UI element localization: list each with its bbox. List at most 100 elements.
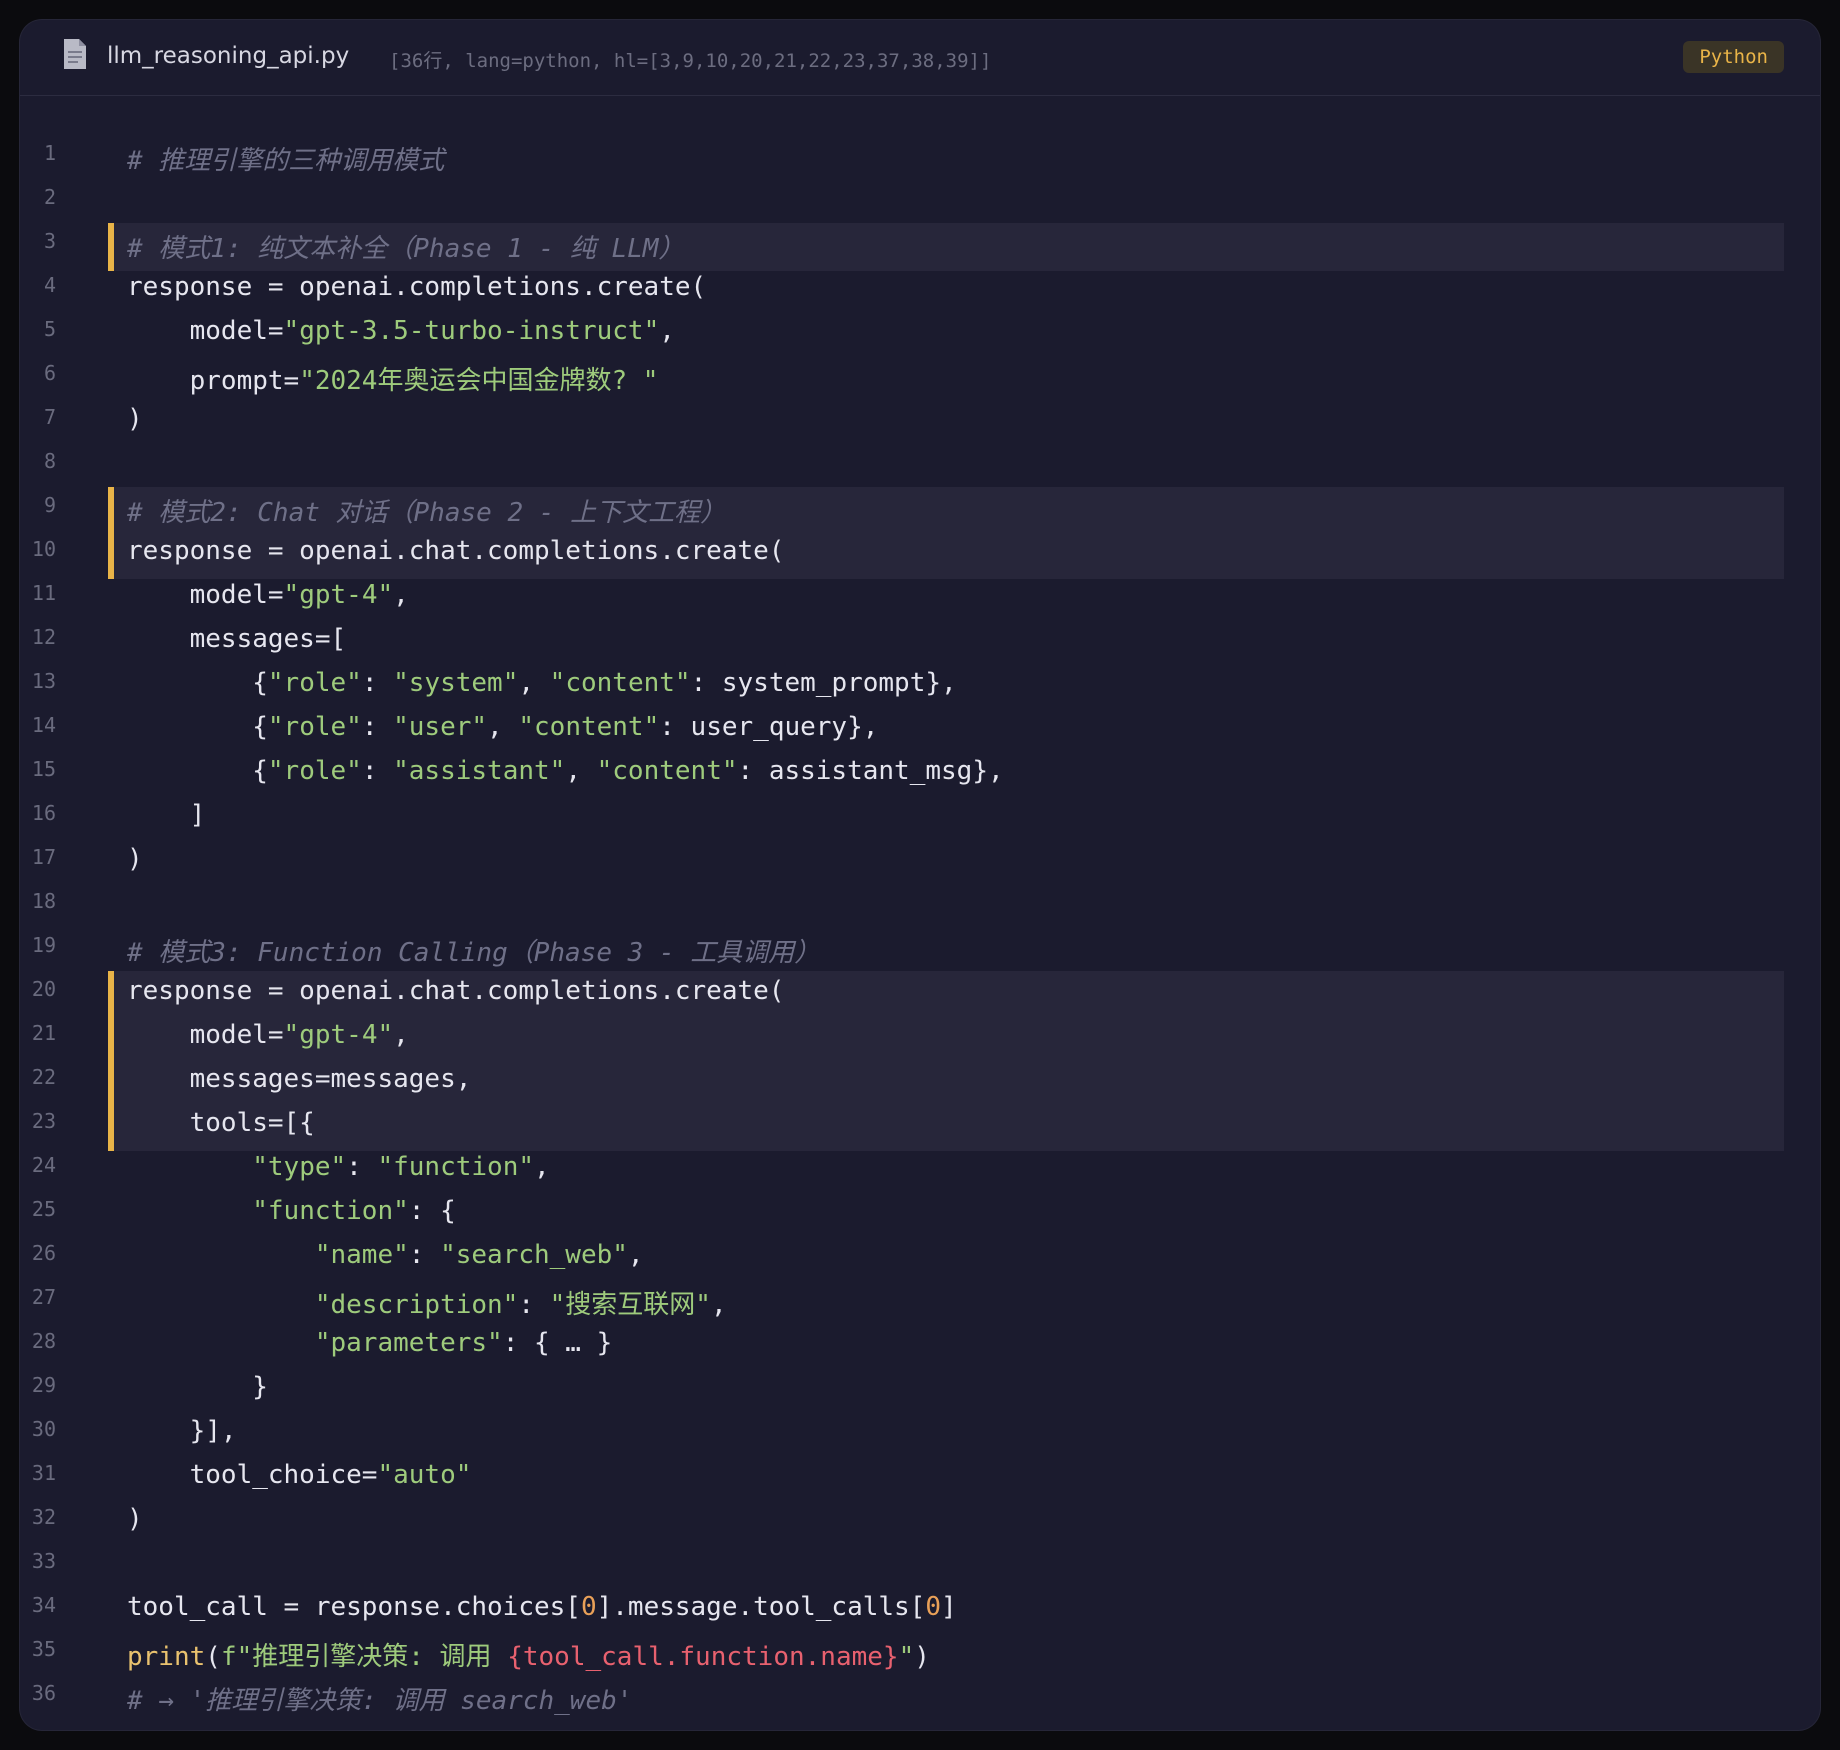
code-token: messages=[ [127,624,347,654]
code-token: { [127,668,268,698]
line-number: 4 [43,273,56,297]
line-number: 8 [43,449,56,473]
code-text: # → '推理引擎决策: 调用 search_web' [127,1680,632,1717]
line-number: 31 [31,1461,56,1485]
line-number: 36 [31,1681,56,1705]
line-number: 19 [31,933,56,957]
code-line: 30 }], [20,1413,1820,1457]
code-text: {"role": "assistant", "content": assista… [127,756,1004,786]
code-token: , [565,756,597,786]
highlighted-code-line: 23 tools=[{ [20,1103,1820,1151]
line-number: 17 [31,845,56,869]
code-token: "gpt-4" [283,1020,394,1050]
code-token: : system_prompt}, [690,668,957,698]
code-token: "content" [596,756,738,786]
code-line: 1 # 推理引擎的三种调用模式 [20,137,1820,181]
line-number: 22 [31,1065,56,1089]
code-token: , [487,712,519,742]
code-text: ) [127,1504,143,1534]
line-number: 23 [31,1109,56,1133]
code-token: "gpt-3.5-turbo-instruct" [283,316,660,346]
code-token: "function" [377,1152,535,1182]
code-token: : [518,1290,550,1320]
code-token: ) [127,404,143,434]
code-line: 28 "parameters": { … } [20,1325,1820,1369]
file-icon [64,39,86,69]
code-text: ) [127,404,143,434]
highlighted-code-line: 9 # 模式2: Chat 对话（Phase 2 - 上下文工程） [20,487,1820,535]
code-token: : [361,712,394,742]
code-block: 1 # 推理引擎的三种调用模式 2 3 # 模式1: 纯文本补全（Phase 1 - 纯… [20,137,1820,1721]
code-text: model="gpt-3.5-turbo-instruct", [127,316,675,346]
code-token: , [710,1290,727,1320]
code-token: model= [127,580,284,610]
code-line: 32) [20,1501,1820,1545]
code-token: : { … } [502,1328,613,1358]
code-text: ] [127,800,206,830]
code-token: , [534,1152,550,1182]
code-line: 8 [20,445,1820,489]
code-text: # 模式1: 纯文本补全（Phase 1 - 纯 LLM） [127,228,684,265]
code-token: " [898,1642,915,1672]
code-token: model= [127,316,284,346]
code-text: # 模式2: Chat 对话（Phase 2 - 上下文工程） [127,492,726,529]
line-number: 13 [31,669,56,693]
code-text: "description": "搜索互联网", [127,1284,727,1321]
code-token: # 模式1: 纯文本补全（Phase 1 - 纯 LLM） [127,234,685,264]
line-number: 3 [43,229,56,253]
code-line: 27 "description": "搜索互联网", [20,1281,1820,1325]
code-token: f"推理引擎决策: 调用 [220,1642,508,1672]
code-token: , [393,580,409,610]
code-token: response = openai.completions.create( [127,272,707,302]
code-line: 19 # 模式3: Function Calling（Phase 3 - 工具调用… [20,929,1820,973]
code-line: 11 model="gpt-4", [20,577,1820,621]
code-text: prompt="2024年奥运会中国金牌数? " [127,360,659,397]
code-line: 4 response = openai.completions.create( [20,269,1820,313]
file-name: llm_reasoning_api.py [107,43,350,69]
code-line: 25 "function": { [20,1193,1820,1237]
code-line: 36 # → '推理引擎决策: 调用 search_web' [20,1677,1820,1721]
code-token: "role" [267,756,362,786]
code-text: tool_choice="auto" [127,1460,472,1490]
code-text: model="gpt-4", [127,580,409,610]
line-number: 26 [31,1241,56,1265]
highlighted-code-line: 22 messages=messages, [20,1059,1820,1107]
code-token: "2024年奥运会中国金牌数? " [299,366,659,396]
code-token: ) [127,1504,143,1534]
code-token: , [627,1240,644,1270]
line-number: 10 [31,537,56,561]
line-number: 20 [31,977,56,1001]
code-token: messages=messages, [127,1064,472,1094]
line-number: 11 [31,581,56,605]
code-token: "name" [314,1240,409,1270]
code-token: : assistant_msg}, [737,756,1004,786]
highlighted-code-line: 10 response = openai.chat.completions.cre… [20,531,1820,579]
code-line: 7) [20,401,1820,445]
code-token: response = openai.chat.completions.creat… [127,976,785,1006]
code-text: messages=messages, [127,1064,472,1094]
highlighted-code-line: 20 response = openai.chat.completions.cre… [20,971,1820,1019]
code-token: { [127,712,268,742]
line-number: 7 [43,405,56,429]
code-text: messages=[ [127,624,347,654]
code-text: "type": "function", [127,1152,550,1182]
code-token: "content" [518,712,660,742]
code-line: 35 print(f"推理引擎决策: 调用 {tool_call.function… [20,1633,1820,1677]
code-line: 34 tool_call = response.choices[0].messag… [20,1589,1820,1633]
code-text: response = openai.completions.create( [127,272,706,302]
file-meta-info: [36行, lang=python, hl=[3,9,10,20,21,22,2… [389,50,992,72]
line-number: 32 [31,1505,56,1529]
code-token: : [408,1240,441,1270]
line-number: 21 [31,1021,56,1045]
code-token: model= [127,1020,284,1050]
line-number: 5 [43,317,56,341]
code-token: : user_query}, [659,712,879,742]
code-text: tool_call = response.choices[0].message.… [127,1592,957,1622]
line-number: 14 [31,713,56,737]
code-line: 33 [20,1545,1820,1589]
code-line: 18 [20,885,1820,929]
